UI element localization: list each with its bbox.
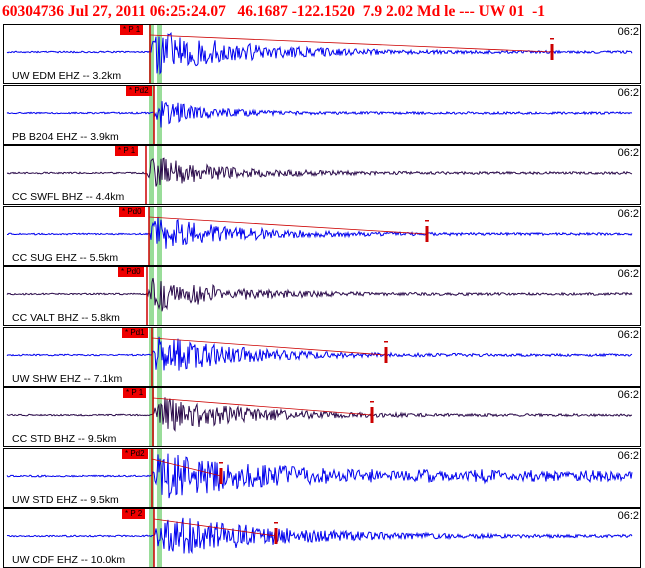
trace-panel[interactable]: * Pd0 CC SUG EHZ -- 5.5km 06:2 <box>3 205 641 266</box>
trace-panel[interactable]: * P 2 UW CDF EHZ -- 10.0km 06:2 <box>3 508 641 568</box>
station-label: UW CDF EHZ -- 10.0km <box>12 554 126 566</box>
seismic-waveform <box>6 336 633 371</box>
coda-end-marker[interactable] <box>425 225 429 242</box>
seismogram-traces: * P 1 UW EDM EHZ -- 3.2km 06:2 * Pd2 PB B204… <box>0 24 645 568</box>
seismic-waveform <box>6 453 633 498</box>
seismic-waveform <box>6 32 633 75</box>
trace-start-time: 06:2 <box>615 510 639 522</box>
trace-start-time: 06:2 <box>615 449 639 462</box>
pick-flag-label[interactable]: * Pd2 <box>126 85 152 96</box>
trace-panel[interactable]: * Pd1 UW SHW EHZ -- 7.1km 06:2 <box>3 326 641 387</box>
coda-end-dash <box>274 522 278 524</box>
trace-start-time: 06:2 <box>615 86 639 99</box>
station-label: CC SUG EHZ -- 5.5km <box>12 251 119 264</box>
trace-start-time: 06:2 <box>615 268 639 280</box>
seismic-waveform <box>6 157 633 187</box>
coda-end-marker[interactable] <box>550 44 554 60</box>
trace-start-time: 06:2 <box>615 207 639 220</box>
station-label: CC SWFL BHZ -- 4.4km <box>12 191 125 203</box>
station-label: UW SHW EHZ -- 7.1km <box>12 372 123 385</box>
pick-flag-label[interactable]: * Pd2 <box>122 448 148 459</box>
seismic-waveform <box>6 277 633 312</box>
trace-start-time: 06:2 <box>615 26 639 38</box>
coda-end-dash <box>425 219 429 221</box>
station-label: CC STD BHZ -- 9.5km <box>12 433 117 445</box>
pick-flag-label[interactable]: * P 1 <box>120 25 144 35</box>
seismic-waveform <box>6 397 633 432</box>
coda-end-marker[interactable] <box>274 528 278 544</box>
coda-end-dash <box>219 461 223 463</box>
trace-panel[interactable]: * Pd0 CC VALT BHZ -- 5.8km 06:2 <box>3 266 641 326</box>
coda-end-marker[interactable] <box>384 346 388 363</box>
station-label: PB B204 EHZ -- 3.9km <box>12 130 119 143</box>
pick-flag-label[interactable]: * P 1 <box>123 388 147 398</box>
coda-end-dash <box>550 38 554 40</box>
station-label: UW STD EHZ -- 9.5km <box>12 493 119 506</box>
pick-flag-label[interactable]: * P 2 <box>122 509 146 519</box>
coda-end-marker[interactable] <box>219 467 223 484</box>
pick-flag-label[interactable]: * Pd0 <box>119 206 145 217</box>
coda-decay-line <box>151 337 387 355</box>
seismic-waveform <box>6 100 633 128</box>
pick-flag-label[interactable]: * Pd1 <box>122 327 148 338</box>
trace-panel[interactable]: * P 1 CC SWFL BHZ -- 4.4km 06:2 <box>3 145 641 205</box>
trace-start-time: 06:2 <box>615 147 639 159</box>
trace-panel[interactable]: * P 1 CC STD BHZ -- 9.5km 06:2 <box>3 387 641 447</box>
trace-start-time: 06:2 <box>615 389 639 401</box>
trace-start-time: 06:2 <box>615 328 639 341</box>
trace-panel[interactable]: * Pd2 PB B204 EHZ -- 3.9km 06:2 <box>3 84 641 145</box>
coda-decay-line <box>152 397 373 416</box>
station-label: CC VALT BHZ -- 5.8km <box>12 312 120 324</box>
trace-panel[interactable]: * P 1 UW EDM EHZ -- 3.2km 06:2 <box>3 24 641 84</box>
coda-decay-line <box>149 34 553 53</box>
seismic-waveform <box>6 517 633 555</box>
coda-end-dash <box>384 340 388 342</box>
pick-flag-label[interactable]: * Pd0 <box>118 267 144 277</box>
seismic-waveform <box>7 216 633 249</box>
coda-end-dash <box>370 401 374 403</box>
pick-flag-label[interactable]: * P 1 <box>115 146 139 156</box>
event-header: 60304736 Jul 27, 2011 06:25:24.07 46.168… <box>2 3 546 20</box>
trace-panel[interactable]: * Pd2 UW STD EHZ -- 9.5km 06:2 <box>3 447 641 508</box>
coda-end-marker[interactable] <box>370 407 374 423</box>
station-label: UW EDM EHZ -- 3.2km <box>12 70 122 82</box>
